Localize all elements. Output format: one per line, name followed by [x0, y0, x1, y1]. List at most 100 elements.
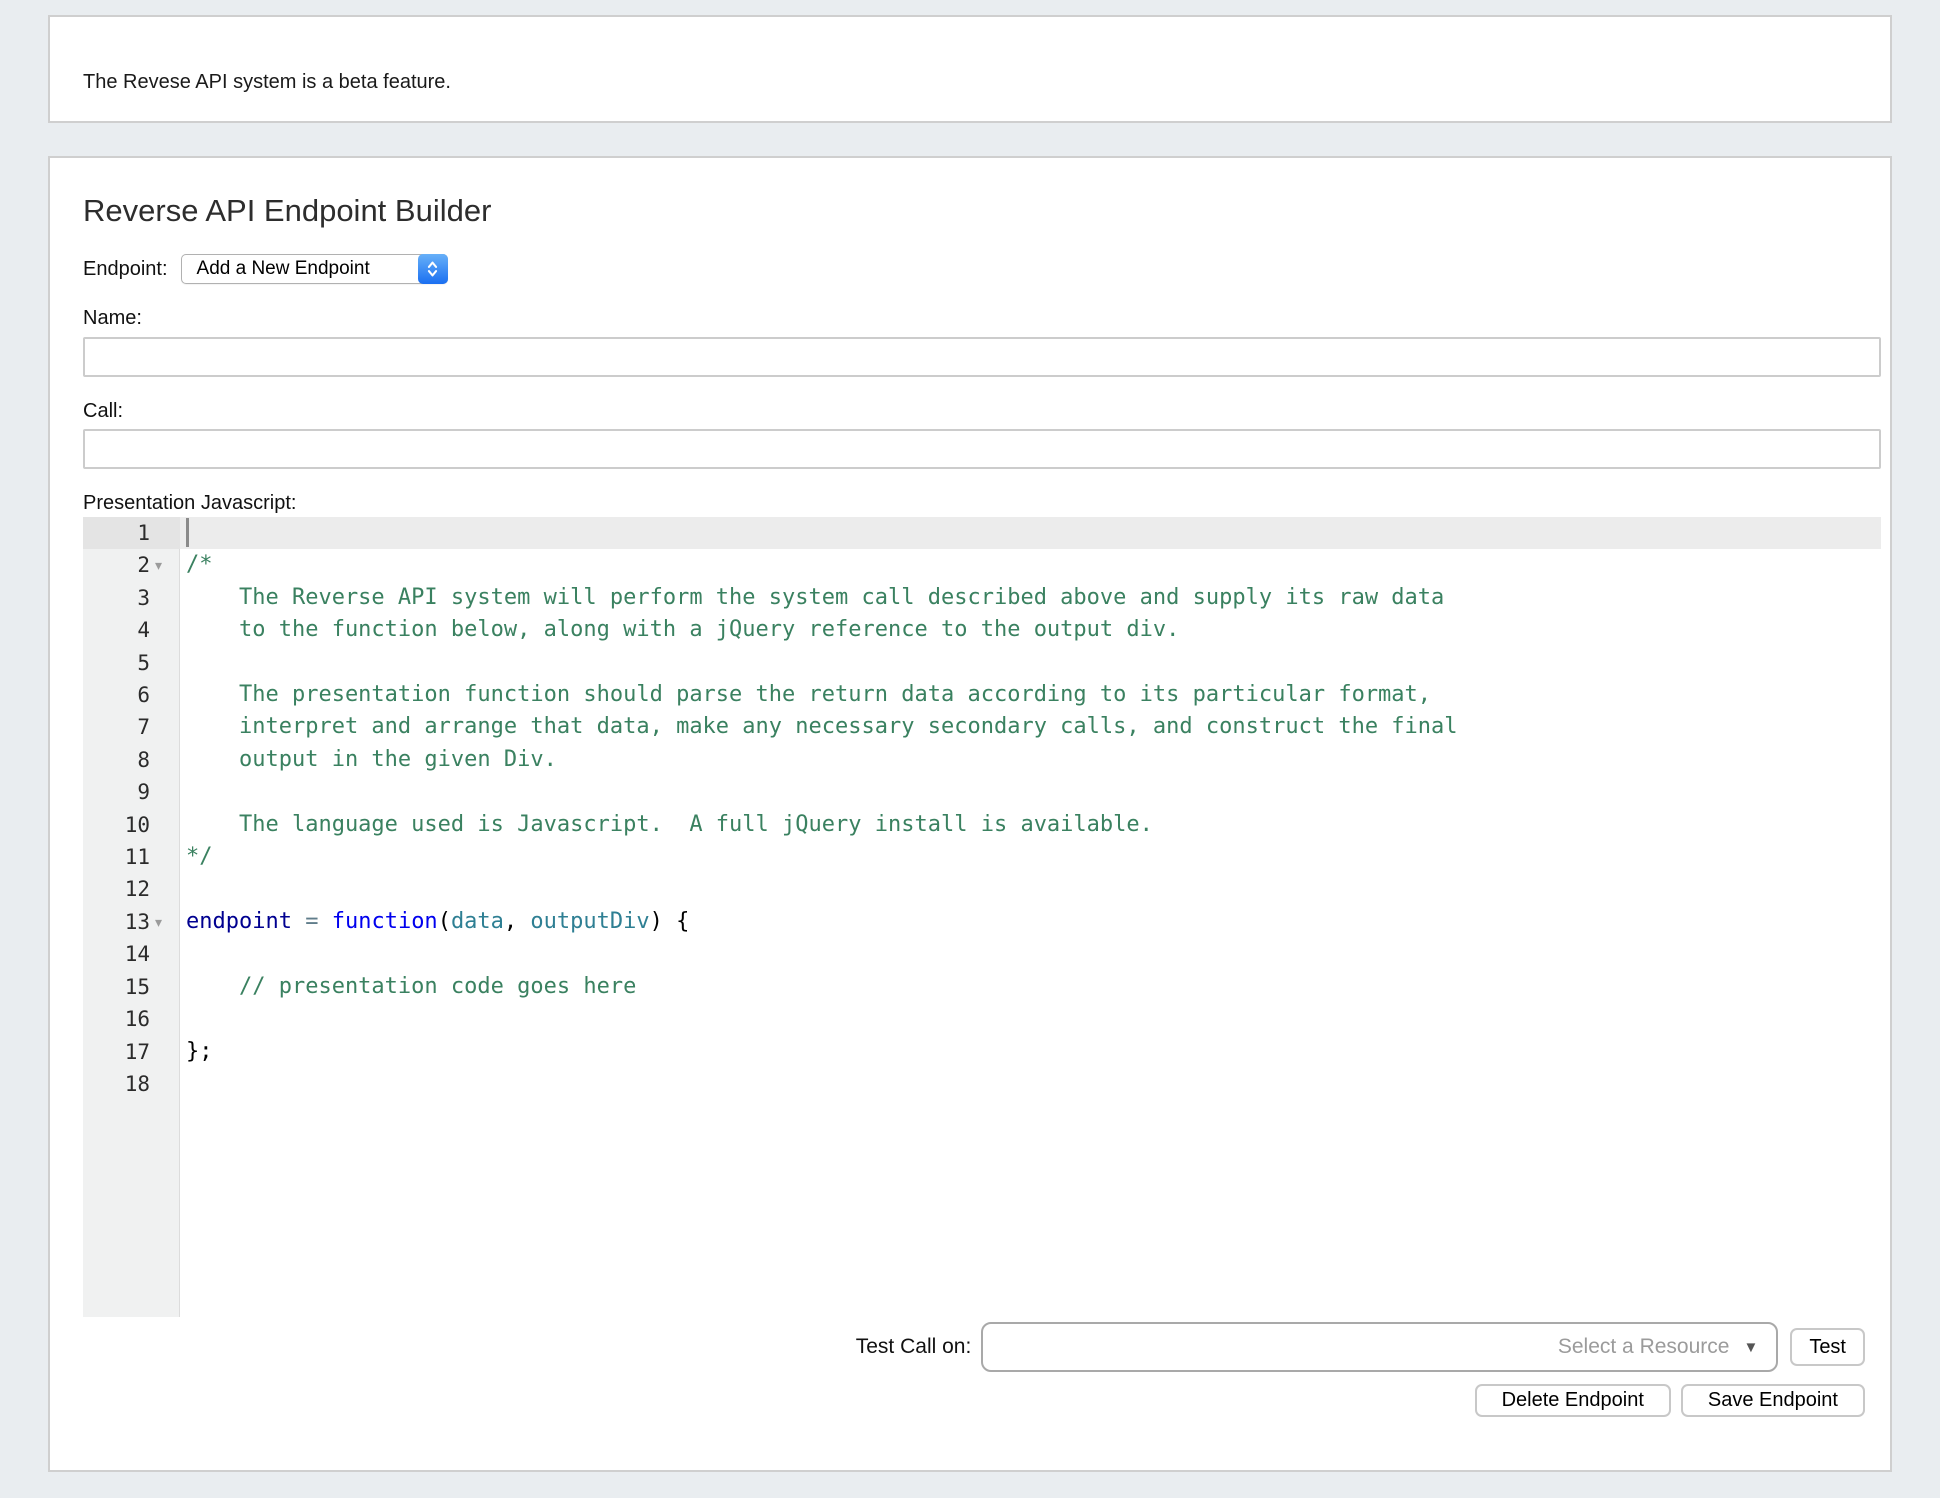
line-number: 5 — [83, 647, 150, 679]
code-line-content: to the function below, along with a jQue… — [180, 614, 1881, 646]
code-line-content — [180, 1003, 1881, 1035]
line-number: 11 — [83, 841, 150, 873]
line-number-gutter: 5 — [83, 647, 180, 679]
line-number: 18 — [83, 1068, 150, 1100]
text-cursor — [186, 518, 189, 547]
fold-arrow-icon[interactable]: ▾ — [150, 906, 180, 938]
code-line-content — [180, 517, 1881, 549]
actions-row: Delete Endpoint Save Endpoint — [83, 1384, 1865, 1417]
code-line-content: The presentation function should parse t… — [180, 679, 1881, 711]
beta-banner-text: The Revese API system is a beta feature. — [83, 71, 451, 94]
resource-select[interactable]: Select a Resource ▼ — [981, 1322, 1778, 1372]
fold-spacer — [150, 1036, 180, 1068]
line-number: 14 — [83, 938, 150, 970]
code-line-content — [180, 647, 1881, 679]
delete-endpoint-button[interactable]: Delete Endpoint — [1475, 1384, 1671, 1417]
code-line-content: // presentation code goes here — [180, 971, 1881, 1003]
fold-spacer — [150, 841, 180, 873]
code-line-content: The language used is Javascript. A full … — [180, 809, 1881, 841]
line-number: 7 — [83, 711, 150, 743]
line-number-gutter: 9 — [83, 776, 180, 808]
code-line: 10 The language used is Javascript. A fu… — [83, 809, 1881, 841]
fold-spacer — [150, 776, 180, 808]
line-number-gutter: 4 — [83, 614, 180, 646]
code-line: 5 — [83, 647, 1881, 679]
fold-spacer — [150, 711, 180, 743]
code-line-content: The Reverse API system will perform the … — [180, 582, 1881, 614]
fold-spacer — [150, 809, 180, 841]
call-input[interactable] — [83, 429, 1881, 469]
fold-spacer — [150, 938, 180, 970]
code-line: 8 output in the given Div. — [83, 744, 1881, 776]
code-line: 2▾/* — [83, 549, 1881, 581]
line-number-gutter: 2▾ — [83, 549, 180, 581]
line-number-gutter: 10 — [83, 809, 180, 841]
line-number-gutter: 7 — [83, 711, 180, 743]
endpoint-select[interactable]: Add a New Endpoint — [181, 254, 448, 284]
line-number: 13 — [83, 906, 150, 938]
code-editor[interactable]: 12▾/*3 The Reverse API system will perfo… — [83, 517, 1881, 1317]
code-line-content: interpret and arrange that data, make an… — [180, 711, 1881, 743]
resource-select-placeholder: Select a Resource — [1558, 1335, 1730, 1359]
line-number: 15 — [83, 971, 150, 1003]
line-number: 12 — [83, 873, 150, 905]
code-line: 14 — [83, 938, 1881, 970]
name-label: Name: — [83, 306, 1881, 330]
fold-spacer — [150, 873, 180, 905]
code-line: 17}; — [83, 1036, 1881, 1068]
fold-arrow-icon[interactable]: ▾ — [150, 549, 180, 581]
line-number-gutter: 15 — [83, 971, 180, 1003]
select-stepper-icon — [418, 254, 448, 284]
code-line-content — [180, 776, 1881, 808]
fold-spacer — [150, 971, 180, 1003]
code-line: 4 to the function below, along with a jQ… — [83, 614, 1881, 646]
line-number-gutter: 3 — [83, 582, 180, 614]
test-button[interactable]: Test — [1790, 1328, 1865, 1366]
code-line: 18 — [83, 1068, 1881, 1100]
fold-spacer — [150, 1003, 180, 1035]
code-line: 12 — [83, 873, 1881, 905]
line-number: 3 — [83, 582, 150, 614]
fold-spacer — [150, 744, 180, 776]
line-number: 6 — [83, 679, 150, 711]
code-line: 3 The Reverse API system will perform th… — [83, 582, 1881, 614]
line-number: 10 — [83, 809, 150, 841]
code-line-content: output in the given Div. — [180, 744, 1881, 776]
line-number: 2 — [83, 549, 150, 581]
dropdown-arrow-icon: ▼ — [1743, 1339, 1758, 1356]
line-number-gutter: 8 — [83, 744, 180, 776]
code-line-content: }; — [180, 1036, 1881, 1068]
code-line: 15 // presentation code goes here — [83, 971, 1881, 1003]
line-number-gutter: 1 — [83, 517, 180, 549]
save-endpoint-button[interactable]: Save Endpoint — [1681, 1384, 1865, 1417]
line-number-gutter: 14 — [83, 938, 180, 970]
line-number-gutter: 13▾ — [83, 906, 180, 938]
name-input[interactable] — [83, 337, 1881, 377]
line-number-gutter: 12 — [83, 873, 180, 905]
line-number-gutter: 6 — [83, 679, 180, 711]
line-number: 9 — [83, 776, 150, 808]
fold-spacer — [150, 582, 180, 614]
line-number-gutter: 17 — [83, 1036, 180, 1068]
fold-spacer — [150, 647, 180, 679]
call-label: Call: — [83, 399, 1881, 423]
fold-spacer — [150, 679, 180, 711]
test-call-label: Test Call on: — [856, 1335, 972, 1359]
page: The Revese API system is a beta feature.… — [48, 0, 1892, 1472]
fold-spacer — [150, 517, 180, 549]
line-number-gutter: 16 — [83, 1003, 180, 1035]
page-title: Reverse API Endpoint Builder — [83, 192, 1881, 230]
beta-banner: The Revese API system is a beta feature. — [48, 15, 1892, 123]
presentation-js-label: Presentation Javascript: — [83, 491, 1881, 515]
line-number-gutter: 11 — [83, 841, 180, 873]
line-number-gutter: 18 — [83, 1068, 180, 1100]
line-number: 8 — [83, 744, 150, 776]
code-line-content — [180, 1068, 1881, 1100]
code-line: 11*/ — [83, 841, 1881, 873]
code-line: 1 — [83, 517, 1881, 549]
code-line: 6 The presentation function should parse… — [83, 679, 1881, 711]
line-number: 17 — [83, 1036, 150, 1068]
code-line-content: /* — [180, 549, 1881, 581]
code-line-content — [180, 938, 1881, 970]
endpoint-label: Endpoint: — [83, 258, 168, 281]
